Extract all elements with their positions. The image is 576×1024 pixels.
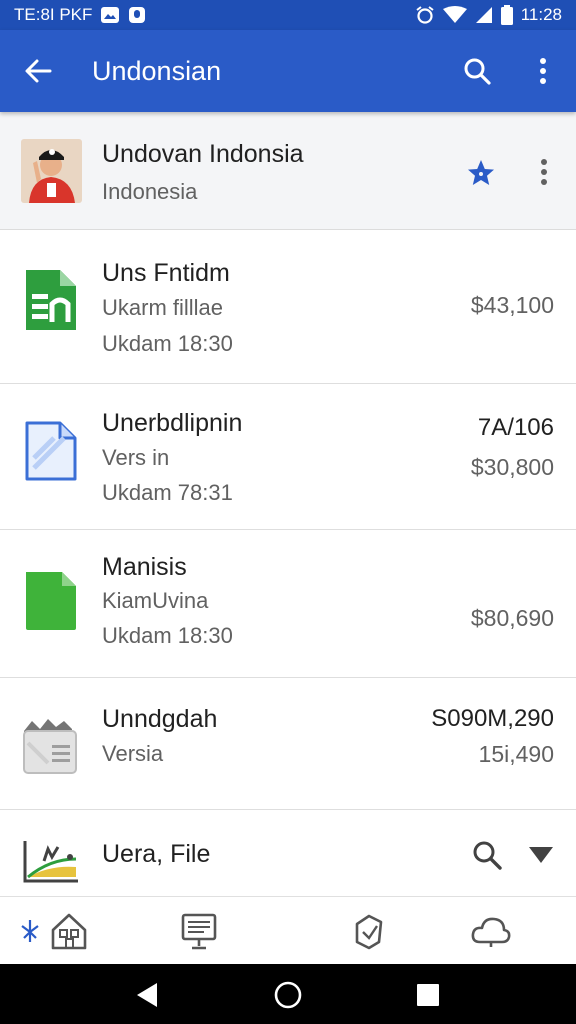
file-name: Unerbdlipnin [102, 409, 243, 437]
more-vert-icon [541, 159, 547, 185]
search-icon [464, 58, 491, 85]
app-bar-title: Undonsian [92, 55, 222, 86]
system-navigation-bar [0, 964, 576, 1024]
more-options-button[interactable] [510, 30, 576, 112]
signal-icon [475, 6, 493, 24]
back-button[interactable] [0, 30, 76, 112]
nav-presentation[interactable] [176, 909, 222, 953]
status-time: 11:28 [520, 5, 562, 24]
file-amount: $80,690 [470, 605, 554, 631]
system-recents-button[interactable] [413, 980, 443, 1010]
avatar [21, 139, 82, 203]
file-date: Ukdam 78:31 [102, 480, 233, 505]
dropdown-button[interactable] [528, 846, 556, 868]
image-icon [100, 6, 120, 24]
file-row[interactable]: Uns Fntidm Ukarm filllae Ukdam 18:30 $43… [0, 231, 576, 384]
chart-file-icon [22, 836, 80, 886]
file-version: 7A/106 [477, 414, 554, 441]
home-circle-icon [274, 981, 302, 1009]
system-home-button[interactable] [273, 980, 303, 1010]
app-bar: Undonsian [0, 30, 576, 112]
status-bar: TE:8I PKF 11:28 [0, 0, 576, 30]
file-row[interactable]: Unerbdlipnin Vers in Ukdam 78:31 7A/106 … [0, 384, 576, 530]
search-icon [473, 841, 502, 870]
arrow-back-icon [25, 59, 52, 83]
home-icon [51, 913, 87, 950]
file-date: Ukdam 18:30 [102, 623, 233, 648]
file-subtitle: Ukarm filllae [102, 295, 224, 320]
file-size: S090M,290 [431, 705, 554, 732]
bookmark-icon [355, 914, 383, 950]
presentation-icon [181, 913, 217, 950]
file-name: Uera, File [102, 840, 211, 868]
file-subtitle: Versia [102, 741, 164, 766]
nav-bookmark[interactable] [346, 909, 392, 953]
status-right: 11:28 [415, 5, 562, 25]
file-amount: 15i,490 [478, 741, 554, 767]
alarm-icon [415, 5, 435, 25]
file-row[interactable]: Unndgdah Versia S090M,290 15i,490 [0, 678, 576, 810]
header-more-button[interactable] [528, 152, 560, 192]
pin-icon [21, 920, 39, 942]
nav-home[interactable] [46, 909, 92, 953]
file-subtitle: KiamUvina [102, 588, 209, 613]
bottom-navigation [0, 896, 576, 964]
nav-pin[interactable] [12, 909, 48, 953]
spreadsheet-icon [22, 267, 80, 333]
wifi-icon [442, 6, 467, 24]
folder-stack-icon [22, 714, 80, 780]
nav-cloud[interactable] [468, 909, 514, 953]
status-left: TE:8I PKF [14, 5, 146, 25]
cloud-icon [471, 917, 511, 947]
file-amount: $43,100 [470, 292, 554, 318]
file-name: Unndgdah [102, 705, 218, 733]
battery-icon [500, 5, 513, 25]
status-left-text: TE:8I PKF [14, 5, 93, 24]
header-subtitle: Indonesia [102, 179, 198, 204]
file-row[interactable]: Uera, File [0, 810, 576, 896]
search-button[interactable] [444, 30, 510, 112]
recents-square-icon [417, 984, 439, 1006]
document-icon [22, 418, 80, 484]
row-search-button[interactable] [472, 840, 504, 872]
notification-icon [128, 6, 146, 24]
file-amount: $30,800 [470, 454, 554, 480]
back-triangle-icon [137, 983, 157, 1007]
header-title: Undovan Indonsia [102, 140, 304, 168]
file-row[interactable]: Manisis KiamUvina Ukdam 18:30 $80,690 [0, 530, 576, 678]
more-vert-icon [540, 58, 546, 84]
system-back-button[interactable] [132, 980, 162, 1010]
green-file-icon [22, 568, 80, 634]
file-name: Uns Fntidm [102, 259, 230, 287]
star-icon [468, 160, 494, 185]
header-text: Undovan Indonsia Indonesia [102, 140, 304, 205]
file-subtitle: Vers in [102, 445, 170, 470]
file-name: Manisis [102, 553, 187, 581]
dropdown-arrow-icon [529, 847, 553, 863]
favorite-button[interactable] [462, 154, 500, 192]
file-date: Ukdam 18:30 [102, 331, 233, 356]
